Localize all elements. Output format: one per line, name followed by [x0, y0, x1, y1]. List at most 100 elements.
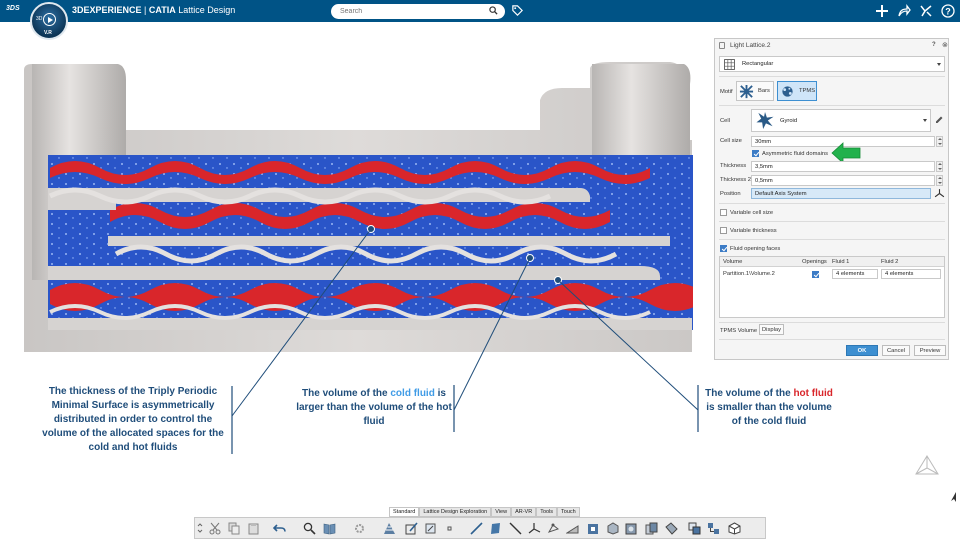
variable-cell-size-checkbox[interactable] [720, 209, 727, 216]
thickness2-label: Thickness 2 [720, 177, 751, 183]
measure-icon[interactable] [566, 522, 579, 535]
callout-hot-fluid: The volume of the hot fluid is smaller t… [701, 387, 837, 429]
cell-size-spinner[interactable] [936, 136, 943, 147]
grid-icon [724, 59, 735, 70]
zoom-icon[interactable] [303, 522, 316, 535]
motif-bars-label: Bars [758, 88, 770, 94]
hierarchy-icon[interactable] [707, 522, 720, 535]
display-button[interactable]: Display [759, 324, 784, 335]
cancel-button[interactable]: Cancel [882, 345, 910, 356]
variable-thickness-checkbox[interactable] [720, 227, 727, 234]
search-icon[interactable] [489, 6, 498, 15]
undo-icon[interactable] [273, 522, 286, 535]
position-label: Position [720, 191, 741, 197]
plane-icon[interactable] [489, 522, 502, 535]
plus-icon[interactable] [875, 4, 889, 18]
cut-icon[interactable] [209, 522, 222, 535]
callout-hot-highlight: hot fluid [793, 388, 833, 399]
tag-icon[interactable] [511, 4, 524, 17]
cell-select[interactable]: Gyroid [751, 109, 931, 132]
box-icon[interactable] [625, 522, 638, 535]
thickness-spinner[interactable] [936, 161, 943, 172]
axis-icon[interactable] [509, 522, 522, 535]
separator [719, 322, 945, 323]
row-fluid1-field[interactable]: 4 elements [832, 269, 878, 279]
callout-cold-highlight: cold fluid [390, 388, 435, 399]
chevron-down-icon [923, 119, 927, 122]
book-icon[interactable] [323, 522, 336, 535]
tab-ar-vr[interactable]: AR-VR [511, 507, 537, 517]
separator [719, 76, 945, 77]
variable-thickness-label: Variable thickness [730, 228, 777, 234]
module-name: Lattice Design [178, 5, 236, 15]
separator [719, 339, 945, 340]
tab-lattice-design-exploration[interactable]: Lattice Design Exploration [419, 507, 492, 517]
row-openings-checkbox[interactable] [812, 271, 819, 278]
row-fluid2-value: 4 elements [885, 271, 914, 277]
play-icon[interactable] [43, 13, 56, 26]
cell-size-label: Cell size [720, 138, 742, 144]
position-field[interactable]: Default Axis System [751, 188, 931, 199]
volume-icon[interactable] [606, 522, 619, 535]
edit-icon[interactable] [934, 115, 944, 125]
section-icon[interactable] [645, 522, 658, 535]
svg-text:?: ? [945, 7, 951, 17]
callout-cold-pre: The volume of the [302, 388, 391, 399]
help-icon[interactable]: ? [941, 4, 955, 18]
lattice-type-select[interactable]: Rectangular [719, 56, 945, 72]
row-fluid2-field[interactable]: 4 elements [881, 269, 941, 279]
close-button[interactable]: ⊗ [942, 41, 948, 49]
paste-icon[interactable] [247, 522, 260, 535]
table-header-fluid2: Fluid 2 [881, 259, 899, 265]
thickness2-spinner[interactable] [936, 175, 943, 186]
settings-gear-icon[interactable] [353, 522, 366, 535]
toolbar-collapse-icon[interactable] [197, 522, 203, 535]
analysis-icon[interactable] [587, 522, 600, 535]
tab-touch[interactable]: Touch [557, 507, 580, 517]
axis-system-icon[interactable] [934, 188, 945, 199]
callout-hot-pre: The volume of the [705, 388, 794, 399]
tab-standard[interactable]: Standard [389, 507, 420, 517]
tpms-lattice-icon [782, 86, 793, 97]
cursor-icon [951, 492, 956, 502]
ok-button[interactable]: OK [846, 345, 878, 356]
transform-icon[interactable] [547, 522, 560, 535]
fluid-opening-checkbox[interactable] [720, 245, 727, 252]
sketch-icon[interactable] [405, 522, 418, 535]
tab-view[interactable]: View [491, 507, 512, 517]
thickness-label: Thickness [720, 163, 747, 169]
line-icon[interactable] [470, 522, 483, 535]
tools-icon[interactable] [919, 4, 933, 18]
tpms-volume-label: TPMS Volume [720, 328, 758, 334]
axis-system-tool-icon[interactable] [528, 522, 541, 535]
motif-tpms-button[interactable]: TPMS [777, 81, 817, 101]
help-button[interactable]: ? [932, 42, 936, 48]
table-row[interactable]: Partition.1\Volume.2 4 elements 4 elemen… [720, 268, 944, 281]
search-input[interactable] [331, 4, 505, 19]
lattice-icon[interactable] [383, 522, 396, 535]
motif-tpms-label: TPMS [799, 88, 816, 94]
separator [719, 105, 945, 106]
cell-value: Gyroid [780, 118, 798, 124]
dialog-icon [719, 42, 725, 49]
thickness2-field[interactable]: 0,5mm [751, 175, 935, 186]
share-icon[interactable] [897, 4, 911, 18]
shape-icon[interactable] [424, 522, 437, 535]
copy-icon[interactable] [228, 522, 241, 535]
fluid-opening-label: Fluid opening faces [730, 246, 781, 252]
compare-icon[interactable] [688, 522, 701, 535]
tab-tools[interactable]: Tools [536, 507, 558, 517]
compass-widget[interactable]: 3D V.R [30, 2, 68, 40]
asymmetric-checkbox[interactable] [752, 150, 759, 157]
package-icon[interactable] [728, 522, 741, 535]
gyroid-icon [756, 111, 774, 130]
ds-logo: 3DS [6, 5, 20, 12]
motif-bars-button[interactable]: Bars [736, 81, 774, 101]
preview-button[interactable]: Preview [914, 345, 946, 356]
orientation-triad-icon[interactable] [912, 452, 942, 482]
compass-3d-label: 3D [36, 16, 43, 22]
point-icon[interactable] [447, 522, 453, 535]
tag-tool-icon[interactable] [665, 522, 678, 535]
separator [719, 221, 945, 222]
thickness-field[interactable]: 3,5mm [751, 161, 935, 172]
